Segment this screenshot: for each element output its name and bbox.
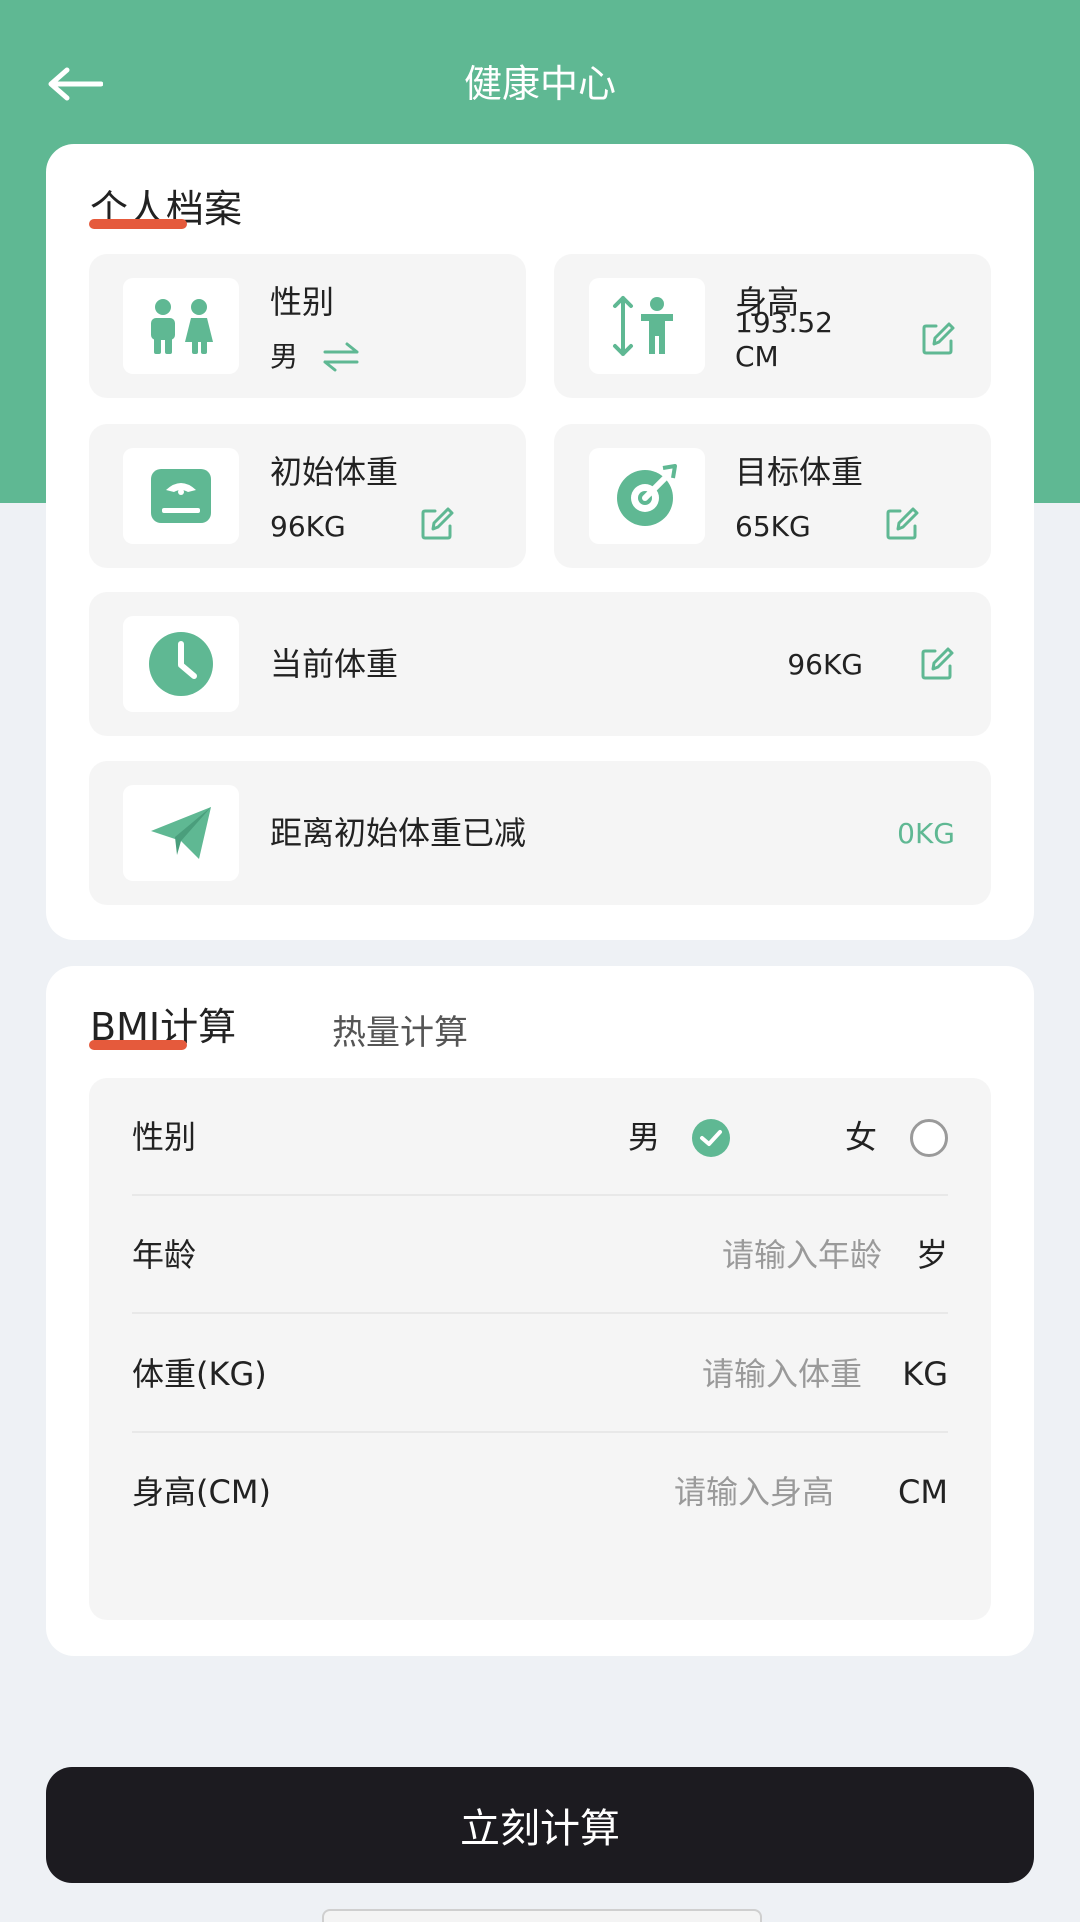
current-weight-value: 96KG	[787, 648, 863, 681]
gender-swap-button[interactable]	[321, 337, 361, 377]
weight-lost-label: 距离初始体重已减	[270, 814, 527, 852]
height-edit-button[interactable]	[918, 319, 958, 359]
age-unit: 岁	[915, 1236, 948, 1274]
gender-row-label: 性别	[132, 1118, 197, 1156]
age-label: 年龄	[132, 1236, 197, 1274]
people-icon	[151, 299, 213, 354]
weight-input[interactable]	[482, 1350, 862, 1398]
tab-calories[interactable]: 热量计算	[332, 1008, 468, 1058]
tab-underline	[89, 1040, 187, 1050]
current-weight-label: 当前体重	[270, 645, 399, 683]
weight-unit: KG	[902, 1355, 948, 1393]
bmi-form: 性别 男 女 年龄 岁 体重(KG) KG 身高(	[89, 1078, 991, 1620]
home-indicator	[322, 1909, 762, 1922]
gender-row: 性别 男 女	[132, 1078, 948, 1196]
initial-weight-value: 96KG	[270, 510, 346, 543]
initial-weight-edit-button[interactable]	[417, 504, 457, 544]
height-icon-box	[589, 278, 705, 374]
paper-plane-icon	[151, 807, 211, 859]
gender-value: 男	[270, 340, 299, 373]
people-icon-box	[123, 278, 239, 374]
paper-plane-icon-box	[123, 785, 239, 881]
age-row: 年龄 岁	[132, 1196, 948, 1314]
clock-icon-box	[123, 616, 239, 712]
height-unit: CM	[898, 1473, 948, 1511]
weight-lost-value: 0KG	[897, 817, 955, 850]
clock-icon	[149, 632, 213, 696]
edit-icon	[922, 322, 955, 355]
current-weight-tile[interactable]: 当前体重 96KG	[89, 592, 991, 736]
page-title: 健康中心	[463, 62, 616, 106]
age-input[interactable]	[512, 1231, 882, 1279]
swap-icon	[323, 342, 359, 372]
calculate-button[interactable]: 立刻计算	[46, 1767, 1034, 1883]
bmi-card: BMI计算 热量计算 性别 男 女 年龄 岁 体重(KG)	[46, 966, 1034, 1656]
check-icon	[700, 1130, 722, 1146]
height-tile[interactable]: 身高 193.52 CM	[554, 254, 991, 398]
edit-icon	[886, 507, 919, 540]
gender-tile[interactable]: 性别 男	[89, 254, 526, 398]
weight-lost-tile: 距离初始体重已减 0KG	[89, 761, 991, 905]
target-icon	[617, 464, 677, 526]
gender-label: 性别	[270, 283, 335, 321]
edit-icon	[421, 507, 454, 540]
height-row-label: 身高(CM)	[132, 1473, 271, 1511]
title-underline	[89, 219, 187, 229]
gender-option-female-label[interactable]: 女	[845, 1113, 877, 1161]
current-weight-edit-button[interactable]	[917, 644, 957, 684]
profile-card: 个人档案 性别 男 身高 193.52 CM 初始体重 96KG 目标体重 65…	[46, 144, 1034, 940]
target-weight-value: 65KG	[735, 510, 811, 543]
gender-option-male-label[interactable]: 男	[628, 1113, 660, 1161]
height-input[interactable]	[462, 1468, 834, 1516]
row-divider	[132, 1312, 948, 1314]
initial-weight-label: 初始体重	[270, 453, 399, 491]
gender-option-male-radio[interactable]	[692, 1119, 730, 1157]
height-unit: CM	[735, 340, 779, 373]
gender-option-female-radio[interactable]	[910, 1119, 948, 1157]
scale-icon	[151, 469, 211, 523]
target-weight-tile[interactable]: 目标体重 65KG	[554, 424, 991, 568]
height-icon	[613, 296, 673, 356]
target-weight-label: 目标体重	[735, 453, 864, 491]
weight-label: 体重(KG)	[132, 1355, 267, 1393]
target-weight-edit-button[interactable]	[882, 504, 922, 544]
scale-icon-box	[123, 448, 239, 544]
target-icon-box	[589, 448, 705, 544]
edit-icon	[921, 647, 954, 680]
height-value: 193.52	[735, 306, 833, 339]
height-row: 身高(CM) CM	[132, 1433, 948, 1551]
initial-weight-tile[interactable]: 初始体重 96KG	[89, 424, 526, 568]
weight-row: 体重(KG) KG	[132, 1315, 948, 1433]
